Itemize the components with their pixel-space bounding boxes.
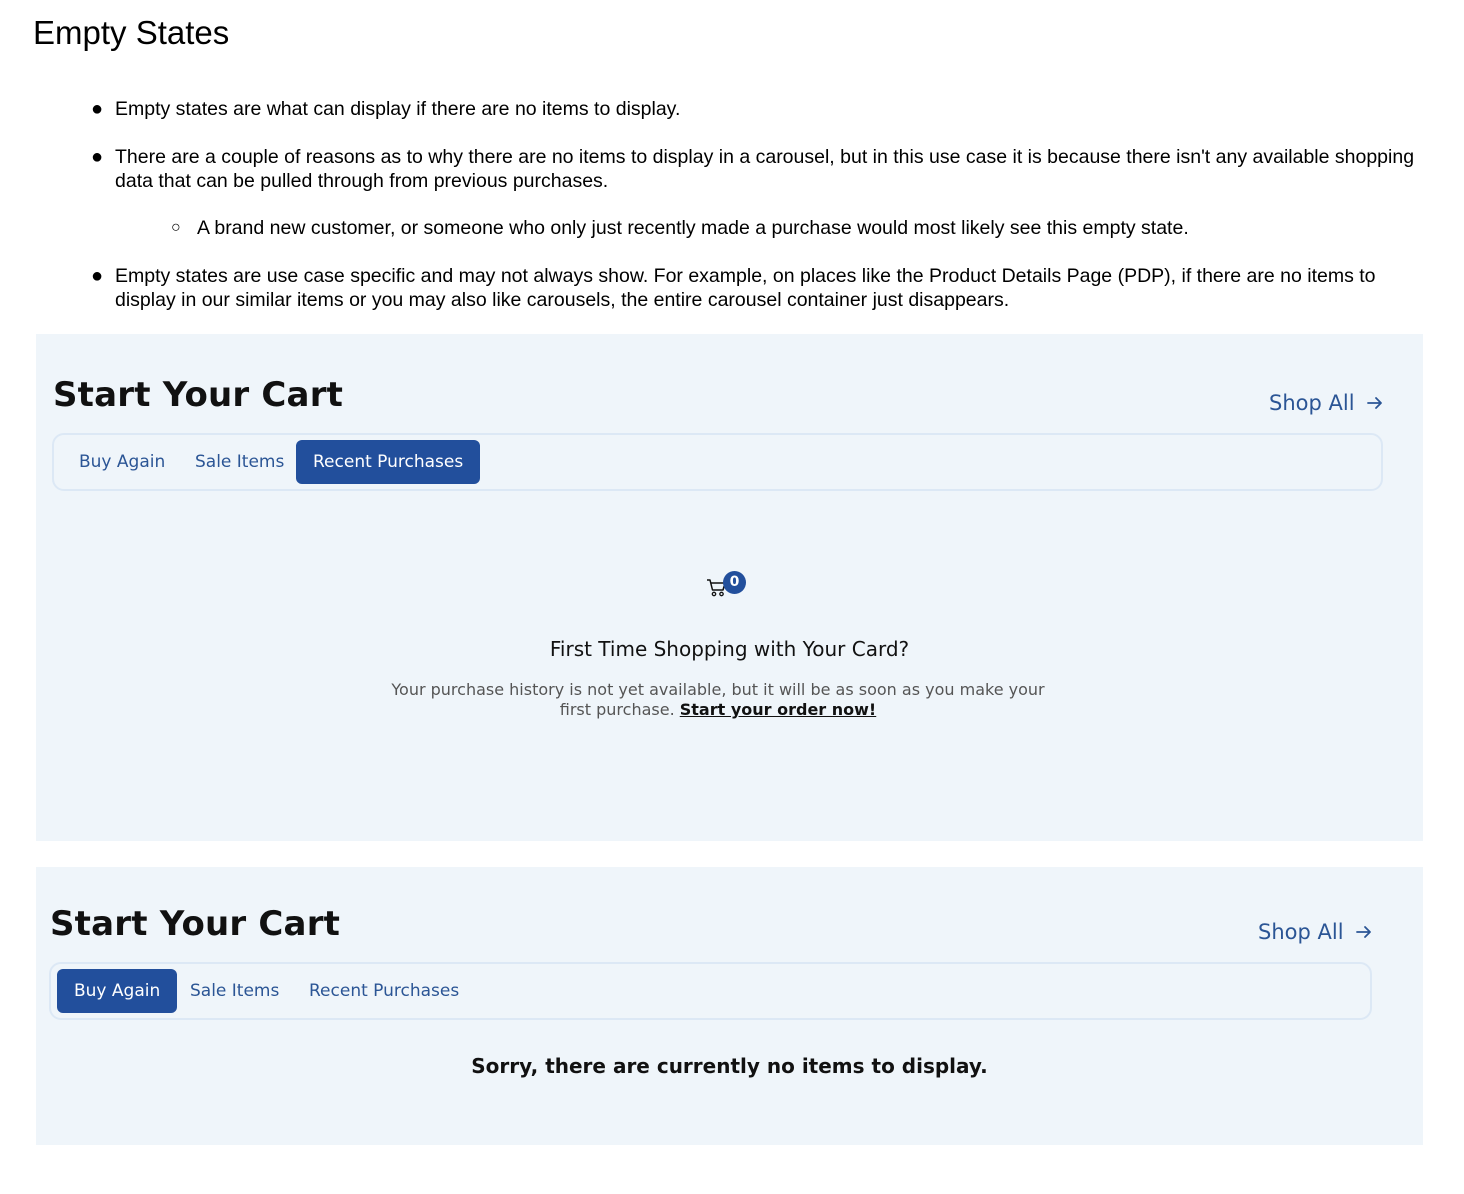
- shop-all-link[interactable]: Shop All: [1269, 391, 1385, 415]
- bullet-item: ● There are a couple of reasons as to wh…: [91, 145, 1435, 193]
- document-title: Empty States: [33, 14, 230, 51]
- tab-sale-items[interactable]: Sale Items: [173, 969, 296, 1013]
- bullet-text: Empty states are use case specific and m…: [115, 265, 1376, 311]
- bullet-item: ● Empty states are what can display if t…: [91, 97, 1435, 121]
- shop-all-label: Shop All: [1258, 920, 1344, 944]
- tab-bar: Buy Again Sale Items Recent Purchases: [52, 433, 1383, 491]
- bullet-text: There are a couple of reasons as to why …: [115, 146, 1415, 192]
- tab-sale-items[interactable]: Sale Items: [178, 440, 301, 484]
- sub-bullet-circle: ○: [171, 219, 181, 236]
- tab-recent-purchases[interactable]: Recent Purchases: [296, 440, 481, 484]
- start-your-cart-panel-buy-again: Start Your Cart Shop All Buy Again Sale …: [36, 867, 1423, 1145]
- shop-all-link[interactable]: Shop All: [1258, 920, 1374, 944]
- arrow-right-icon: [1366, 397, 1382, 409]
- bullet-text: A brand new customer, or someone who onl…: [197, 217, 1189, 239]
- arrow-right-icon: [1355, 926, 1371, 938]
- shop-all-label: Shop All: [1269, 391, 1355, 415]
- tab-buy-again[interactable]: Buy Again: [62, 440, 182, 484]
- tab-recent-purchases[interactable]: Recent Purchases: [292, 969, 476, 1013]
- panel-title: Start Your Cart: [50, 904, 341, 944]
- bullet-dot: ●: [91, 265, 104, 287]
- bullet-dot: ●: [91, 146, 104, 168]
- tab-buy-again[interactable]: Buy Again: [57, 969, 178, 1013]
- start-your-cart-panel-recent: Start Your Cart Shop All Buy Again Sale …: [36, 334, 1423, 841]
- bullet-text: Empty states are what can display if the…: [115, 98, 681, 120]
- no-items-message: Sorry, there are currently no items to d…: [471, 1054, 988, 1078]
- empty-state-heading: First Time Shopping with Your Card?: [549, 637, 910, 661]
- bullet-item: ● Empty states are use case specific and…: [91, 264, 1440, 312]
- cart-count-badge: 0: [723, 571, 746, 594]
- sub-bullet-item: ○ A brand new customer, or someone who o…: [171, 216, 1397, 240]
- empty-state-message: Your purchase history is not yet availab…: [386, 680, 1050, 720]
- empty-cart-graphic: 0: [706, 571, 750, 601]
- bullet-dot: ●: [91, 98, 104, 120]
- tab-bar: Buy Again Sale Items Recent Purchases: [49, 962, 1372, 1020]
- panel-title: Start Your Cart: [53, 375, 344, 415]
- start-order-link[interactable]: Start your order now!: [680, 700, 876, 719]
